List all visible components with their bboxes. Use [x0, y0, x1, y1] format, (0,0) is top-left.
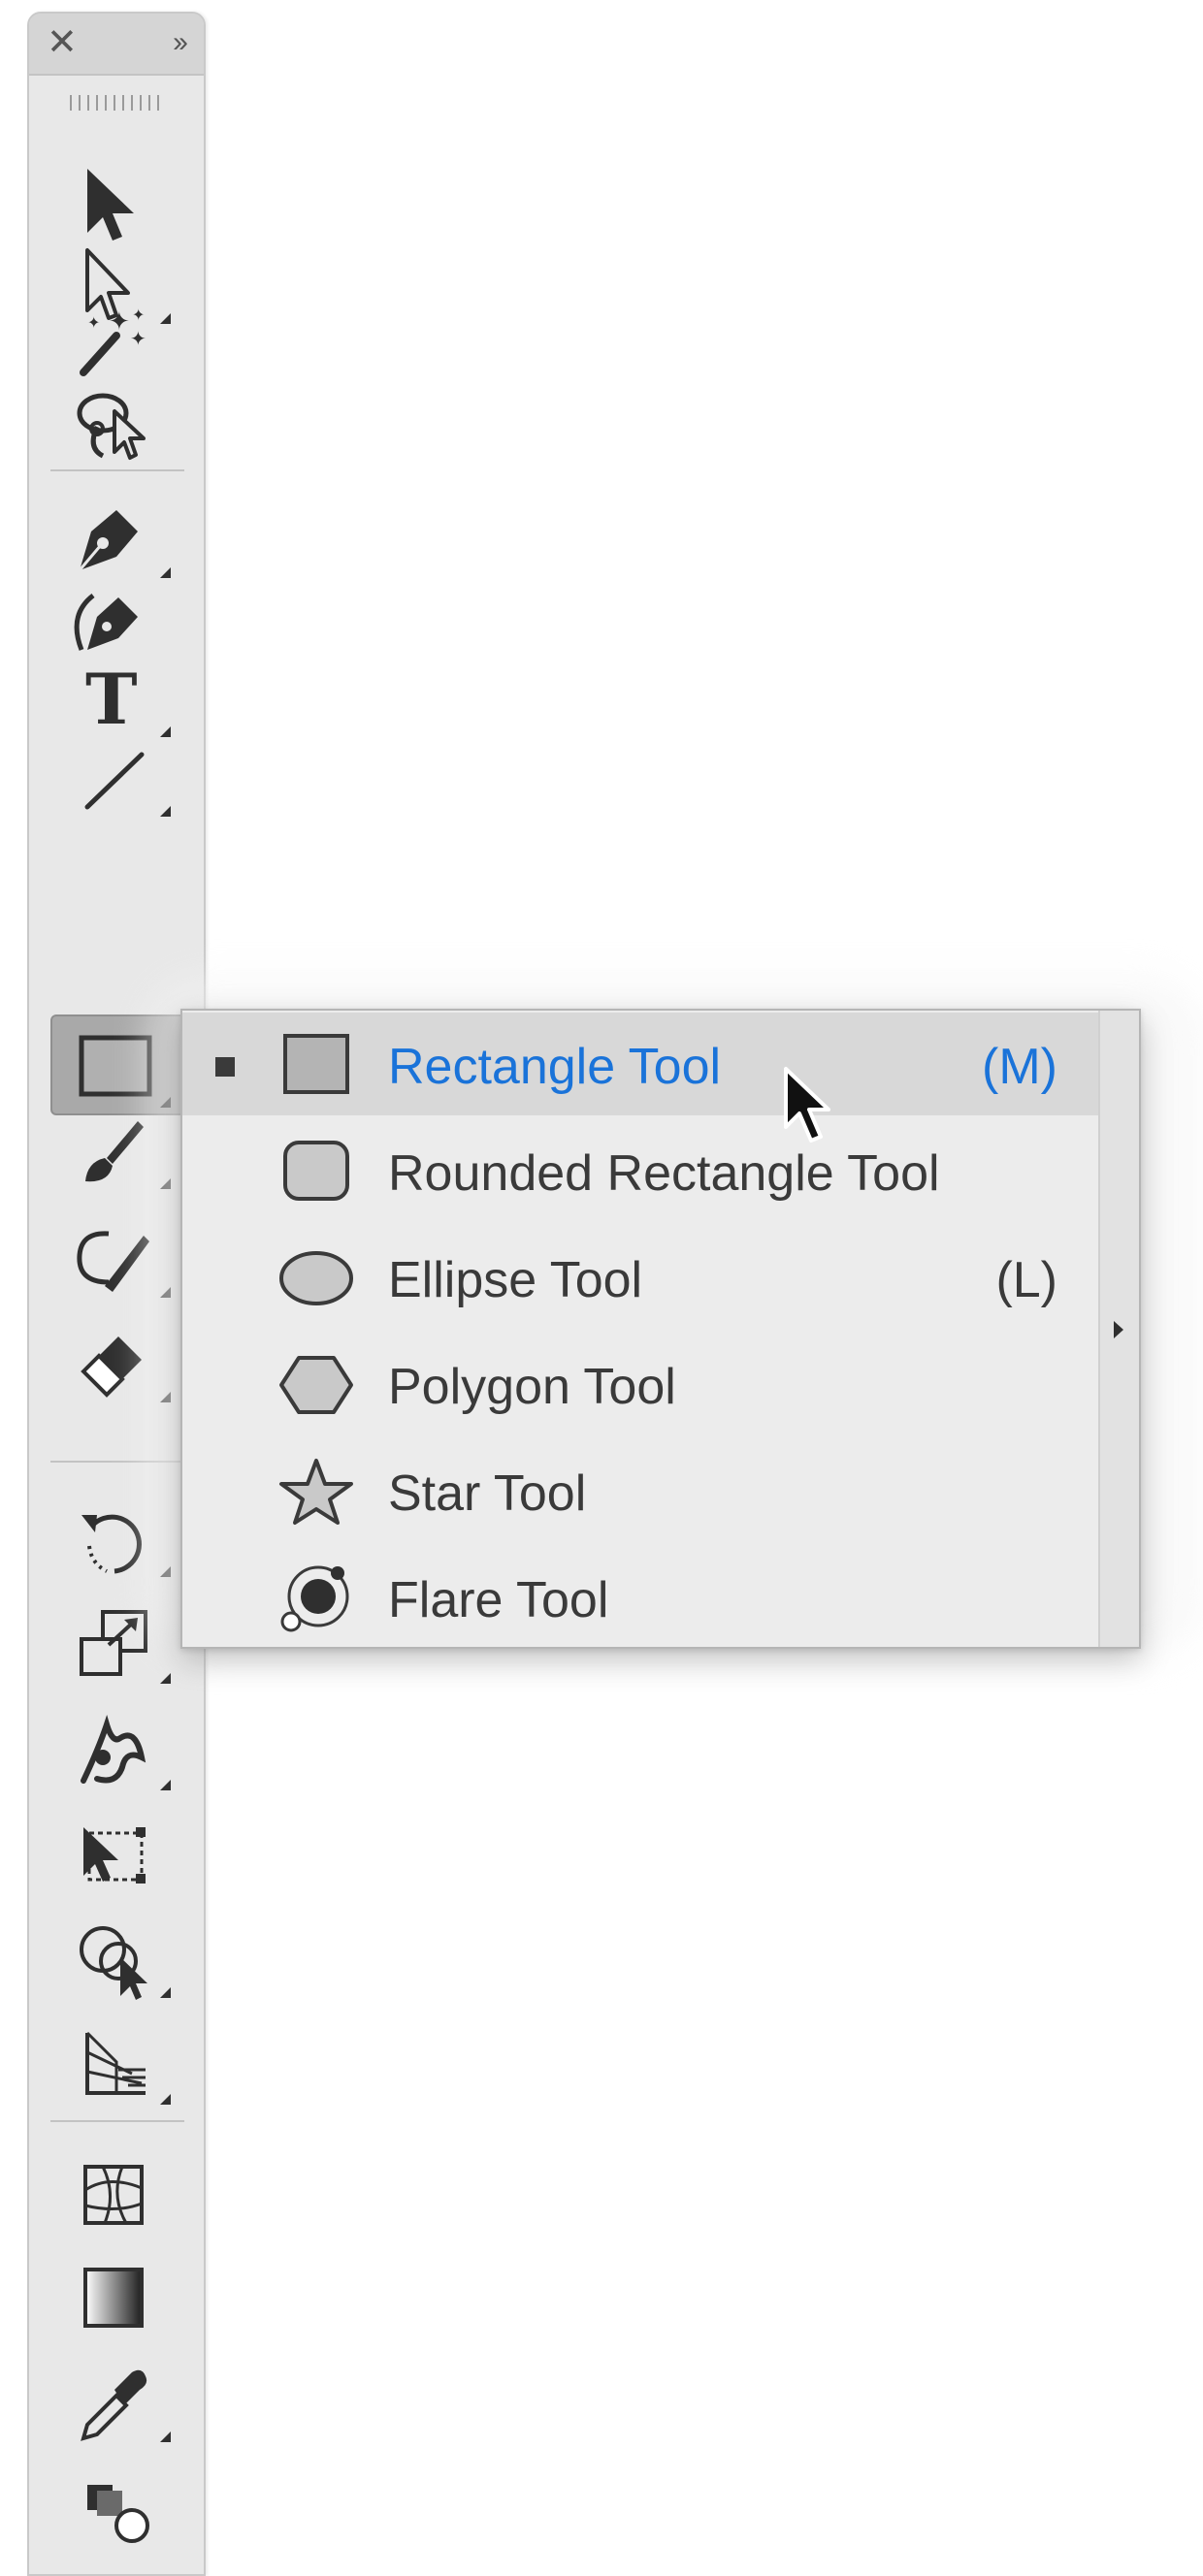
mouse-pointer-icon: [784, 1067, 830, 1143]
polygon-icon: [279, 1356, 353, 1414]
flyout-item-shortcut: (L): [995, 1252, 1057, 1308]
flyout-item-label: Polygon Tool: [388, 1359, 676, 1415]
lasso-icon: [77, 393, 146, 460]
svg-text:✦: ✦: [130, 327, 146, 350]
rectangle-tools-flyout: Rectangle Tool (M) Rounded Rectangle Too…: [180, 1009, 1141, 1649]
svg-text:✦: ✦: [109, 307, 130, 337]
blend-tool[interactable]: [49, 2458, 184, 2555]
gradient-tool[interactable]: [49, 2248, 184, 2345]
svg-text:✦: ✦: [132, 306, 145, 324]
mesh-icon: [83, 2165, 144, 2225]
tearoff-arrow-icon[interactable]: [1114, 1321, 1123, 1338]
flyout-item-label: Ellipse Tool: [388, 1252, 643, 1308]
flyout-item-label: Flare Tool: [388, 1572, 609, 1628]
star-icon: [279, 1459, 353, 1525]
eyedropper-tool[interactable]: [49, 2351, 184, 2448]
rectangle-shape-icon: [283, 1034, 349, 1094]
blend-icon: [87, 2485, 149, 2543]
panel-grip[interactable]: [70, 95, 163, 111]
double-chevron-right-icon[interactable]: ››: [173, 27, 188, 58]
free-transform-icon: [83, 1827, 146, 1884]
flyout-item-rectangle[interactable]: Rectangle Tool (M): [182, 1013, 1098, 1115]
flare-icon: [280, 1565, 349, 1632]
panel-header[interactable]: ✕ ››: [29, 14, 204, 76]
flyout-item-flare[interactable]: Flare Tool: [182, 1546, 1098, 1649]
perspective-grid-tool[interactable]: [49, 2013, 184, 2110]
flyout-item-shortcut: (M): [982, 1039, 1057, 1095]
warp-tool[interactable]: [49, 1699, 184, 1796]
selected-indicator: [215, 1057, 235, 1077]
free-transform-tool[interactable]: [49, 1804, 184, 1901]
close-icon[interactable]: ✕: [47, 24, 78, 61]
shape-builder-tool[interactable]: [49, 1907, 184, 2004]
lasso-tool[interactable]: [49, 374, 184, 471]
ellipse-icon: [279, 1251, 353, 1305]
flyout-item-polygon[interactable]: Polygon Tool: [182, 1333, 1098, 1435]
line-segment-tool[interactable]: [49, 725, 184, 822]
svg-text:✦: ✦: [87, 313, 100, 332]
rounded-rectangle-icon: [283, 1141, 349, 1201]
flyout-item-label: Star Tool: [388, 1465, 587, 1522]
flyout-item-ellipse[interactable]: Ellipse Tool (L): [182, 1226, 1098, 1329]
flyout-item-label: Rectangle Tool: [388, 1039, 722, 1095]
mesh-tool[interactable]: [49, 2145, 184, 2242]
flyout-item-rounded-rectangle[interactable]: Rounded Rectangle Tool: [182, 1119, 1098, 1222]
gradient-icon: [83, 2268, 144, 2328]
tearoff-strip[interactable]: [1098, 1011, 1139, 1647]
flyout-item-star[interactable]: Star Tool: [182, 1439, 1098, 1542]
flyout-item-label: Rounded Rectangle Tool: [388, 1145, 940, 1202]
